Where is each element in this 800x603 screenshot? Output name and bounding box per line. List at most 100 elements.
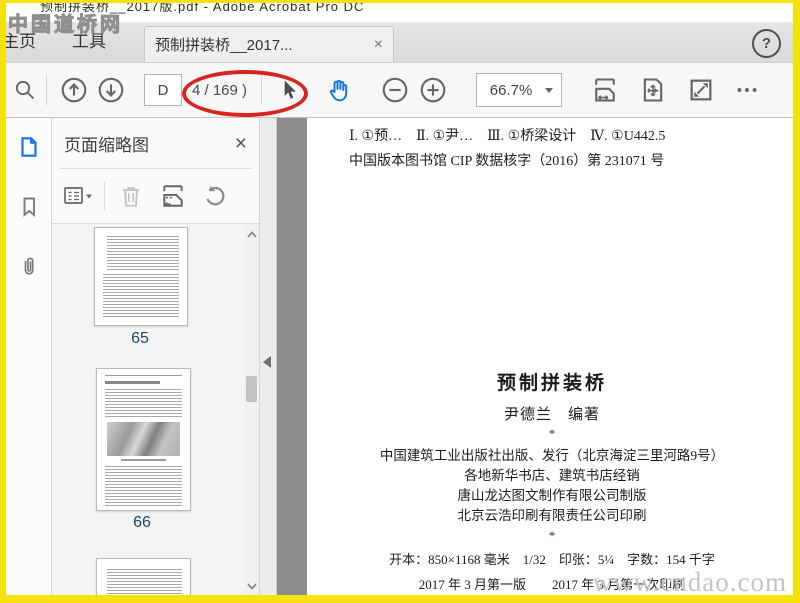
trash-icon bbox=[122, 186, 140, 207]
fit-page-icon bbox=[643, 78, 663, 102]
page-thumbnails-tab[interactable] bbox=[14, 132, 44, 162]
tab-document[interactable]: 预制拼装桥__2017... × bbox=[144, 26, 394, 62]
collapse-panel-icon[interactable] bbox=[263, 356, 271, 368]
options-icon bbox=[64, 187, 92, 204]
thumbnail-bridge-photo bbox=[107, 422, 180, 456]
panel-toolbar bbox=[52, 169, 259, 223]
thumbnail-text-lines bbox=[107, 569, 182, 595]
thumbnail-header-rule bbox=[105, 375, 182, 376]
thumbnail-text-lines bbox=[103, 274, 179, 318]
hand-icon bbox=[329, 79, 348, 102]
panel-splitter[interactable] bbox=[260, 118, 277, 595]
app-window: 预制拼装桥__2017版.pdf - Adobe Acrobat Pro DC … bbox=[6, 3, 793, 595]
delete-pages-button[interactable] bbox=[115, 180, 147, 212]
main-area: 页面缩略图 × 65 66 Ⅰ. ①预… Ⅱ. ①尹… Ⅲ. ①桥梁设计 Ⅳ. … bbox=[6, 118, 793, 595]
window-titlebar: 预制拼装桥__2017版.pdf - Adobe Acrobat Pro DC bbox=[6, 3, 793, 22]
thumbnail-text-lines bbox=[105, 389, 182, 417]
panel-title: 页面缩略图 bbox=[64, 135, 149, 155]
paperclip-icon bbox=[24, 257, 34, 275]
toolbar-divider bbox=[46, 75, 47, 105]
cip-record-line: 中国版本图书馆 CIP 数据核字（2016）第 231071 号 bbox=[349, 154, 665, 169]
separator-star: * bbox=[548, 426, 556, 441]
fit-page-button[interactable] bbox=[636, 71, 670, 109]
page-number-input[interactable] bbox=[144, 74, 182, 106]
thumbnail-text-lines bbox=[107, 236, 179, 270]
thumbnail-text-lines bbox=[105, 466, 182, 506]
plus-circle-icon bbox=[420, 77, 446, 103]
scrollbar-thumb[interactable] bbox=[246, 376, 257, 402]
document-tab-label: 预制拼装桥__2017... bbox=[155, 37, 293, 54]
plate-maker-line: 唐山龙达图文制作有限公司制版 bbox=[457, 488, 647, 503]
book-title: 预制拼装桥 bbox=[496, 373, 607, 394]
resize-pages-button[interactable] bbox=[157, 180, 189, 212]
zoom-out-button[interactable] bbox=[378, 71, 412, 109]
next-page-button[interactable] bbox=[94, 71, 128, 109]
chevron-up-icon bbox=[246, 230, 257, 238]
chevron-down-icon bbox=[545, 87, 554, 93]
fit-width-icon bbox=[595, 78, 615, 102]
cip-block: Ⅰ. ①预… Ⅱ. ①尹… Ⅲ. ①桥梁设计 Ⅳ. ①U442.5 中国版本图书… bbox=[307, 118, 793, 170]
arrow-up-icon bbox=[61, 77, 87, 103]
format-specs-line: 开本：850×1168 毫米 1/32 印张：5¼ 字数：154 千字 bbox=[389, 552, 715, 567]
scrolling-mode-button[interactable] bbox=[588, 71, 622, 109]
publisher-line: 中国建筑工业出版社出版、发行（北京海淀三里河路9号） bbox=[379, 448, 725, 463]
printer-line: 北京云浩印刷有限责任公司印刷 bbox=[457, 508, 647, 523]
more-tools-button[interactable] bbox=[730, 71, 764, 109]
attachments-tab[interactable] bbox=[14, 252, 44, 282]
find-button[interactable] bbox=[8, 71, 42, 109]
zoom-in-button[interactable] bbox=[416, 71, 450, 109]
search-icon bbox=[15, 80, 35, 100]
divider bbox=[104, 182, 105, 210]
close-panel-icon[interactable]: × bbox=[235, 133, 247, 154]
page-thumbnails-icon bbox=[20, 137, 37, 157]
navigation-pane-strip bbox=[6, 118, 52, 595]
crop-pages-icon bbox=[163, 185, 183, 207]
document-viewport[interactable]: Ⅰ. ①预… Ⅱ. ①尹… Ⅲ. ①桥梁设计 Ⅳ. ①U442.5 中国版本图书… bbox=[277, 118, 793, 595]
page-thumbnails-panel: 页面缩略图 × 65 66 bbox=[52, 118, 260, 595]
thumbnail-heading bbox=[105, 381, 160, 384]
scroll-down-button[interactable] bbox=[244, 578, 259, 594]
thumbnail-options-button[interactable] bbox=[62, 180, 94, 212]
window-title: 预制拼装桥__2017版.pdf - Adobe Acrobat Pro DC bbox=[40, 3, 365, 14]
bookmarks-tab[interactable] bbox=[14, 192, 44, 222]
question-icon: ? bbox=[761, 35, 772, 52]
thumbnail-page-label: 65 bbox=[131, 330, 149, 347]
thumbnail-page-66[interactable] bbox=[96, 368, 191, 511]
pdf-page: Ⅰ. ①预… Ⅱ. ①尹… Ⅲ. ①桥梁设计 Ⅳ. ①U442.5 中国版本图书… bbox=[307, 118, 793, 595]
toolbar-divider bbox=[261, 75, 263, 105]
panel-scrollbar[interactable] bbox=[244, 224, 259, 595]
distribution-line: 各地新华书店、建筑书店经销 bbox=[464, 468, 640, 483]
previous-page-button[interactable] bbox=[57, 71, 91, 109]
hand-tool-button[interactable] bbox=[322, 71, 356, 109]
close-tab-icon[interactable]: × bbox=[374, 36, 383, 53]
select-tool-button[interactable] bbox=[272, 71, 306, 109]
scroll-up-button[interactable] bbox=[244, 226, 259, 242]
thumbnail-caption bbox=[121, 459, 166, 461]
panel-header: 页面缩略图 × bbox=[52, 118, 259, 168]
rotate-pages-button[interactable] bbox=[199, 180, 231, 212]
thumbnail-page-65[interactable] bbox=[94, 227, 188, 326]
bookmark-icon bbox=[23, 197, 35, 218]
arrow-down-icon bbox=[98, 77, 124, 103]
fullscreen-icon bbox=[690, 79, 712, 101]
thumbnail-page-67[interactable] bbox=[96, 558, 191, 595]
minus-circle-icon bbox=[382, 77, 408, 103]
thumbnail-list: 65 66 bbox=[52, 224, 259, 595]
edition-line: 2017 年 3 月第一版 2017 年 3 月第一次印刷 bbox=[418, 577, 686, 592]
separator-star: * bbox=[548, 528, 556, 543]
tab-tools[interactable]: 工具 bbox=[62, 22, 116, 62]
thumbnail-page-label: 66 bbox=[133, 514, 151, 531]
main-toolbar: 4 / 169 ) 66.7% bbox=[6, 63, 793, 118]
fullscreen-button[interactable] bbox=[684, 71, 718, 109]
pointer-icon bbox=[284, 80, 296, 99]
book-author: 尹德兰 编著 bbox=[503, 407, 600, 423]
zoom-level-select[interactable]: 66.7% bbox=[476, 73, 563, 107]
colophon-block: 预制拼装桥 尹德兰 编著 * 中国建筑工业出版社出版、发行（北京海淀三里河路9号… bbox=[317, 368, 787, 595]
zoom-level-value: 66.7% bbox=[489, 81, 533, 99]
help-button[interactable]: ? bbox=[752, 29, 781, 58]
rotate-left-icon bbox=[206, 185, 225, 206]
cip-classification-line: Ⅰ. ①预… Ⅱ. ①尹… Ⅲ. ①桥梁设计 Ⅳ. ①U442.5 bbox=[349, 129, 666, 144]
tab-home[interactable]: 主页 bbox=[6, 22, 46, 62]
tab-bar: 主页 工具 预制拼装桥__2017... × ? bbox=[6, 22, 793, 63]
chevron-down-icon bbox=[246, 582, 257, 590]
